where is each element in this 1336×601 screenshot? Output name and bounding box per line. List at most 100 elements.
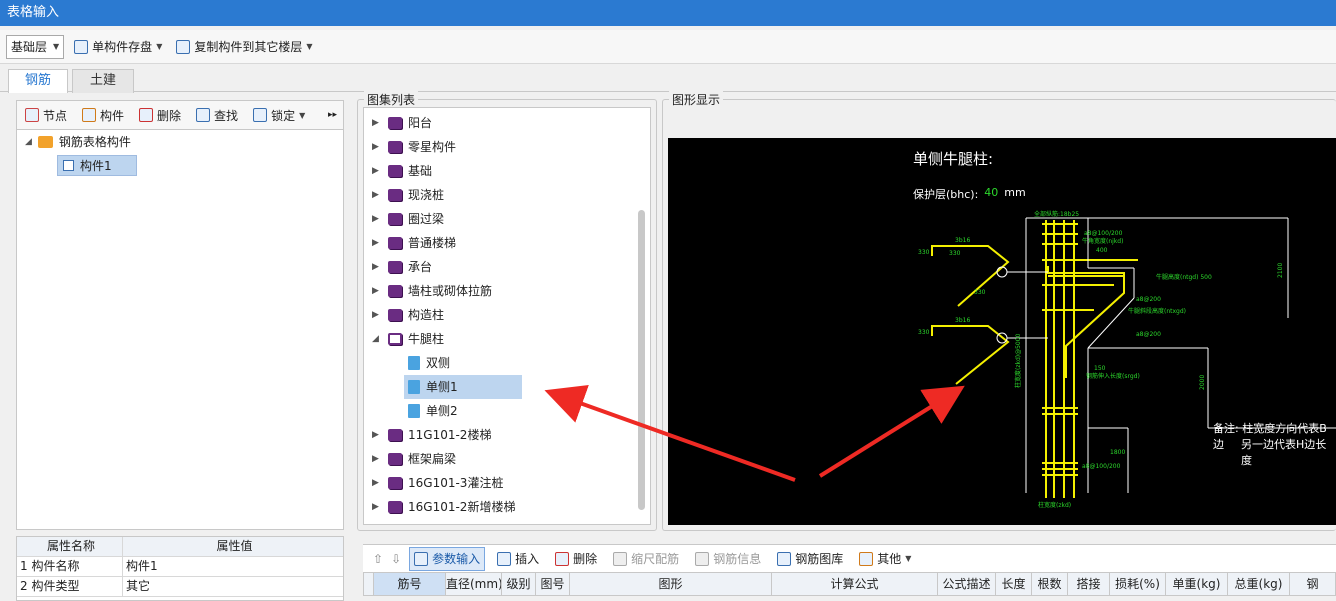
column-header[interactable]: 级别 [502,573,536,595]
folder-icon [37,135,53,148]
tree-item-component1[interactable]: 构件1 [57,155,137,176]
lock-button[interactable]: 锁定 ▼ [249,103,309,127]
expand-icon: ▶ [372,310,379,320]
book-icon [388,141,402,153]
column-header[interactable]: 长度 [996,573,1032,595]
column-header[interactable]: 直径(mm) [446,573,502,595]
other-button[interactable]: 其他 ▼ [855,547,915,571]
rebar-label: 330 [974,289,986,296]
graphic-title: 图形显示 [669,91,724,108]
open-book-icon [388,333,402,345]
property-value[interactable]: 其它 [123,577,343,597]
column-header[interactable]: 损耗(%) [1110,573,1166,595]
rebar-label: 3b16 [955,237,970,244]
rebar-label: 1800 [1110,449,1125,456]
book-icon [388,117,402,129]
list-item[interactable]: ▶ 16G101-2新增楼梯 [372,496,515,518]
list-item[interactable]: ▶ 基础 [372,160,432,182]
rebar-library-button[interactable]: 钢筋图库 [773,547,847,571]
list-item[interactable]: ▶ 阳台 [372,112,432,134]
rebar-label: 3b16 [955,317,970,324]
column-header[interactable]: 图形 [570,573,772,595]
chevron-down-icon: ▼ [306,42,313,51]
param-input-button[interactable]: 参数输入 [409,546,486,571]
column-header[interactable]: 钢 [1290,573,1335,595]
lock-icon [253,108,268,122]
move-up-icon[interactable]: ⇧ [373,552,383,566]
column-header[interactable]: 单重(kg) [1166,573,1228,595]
add-component-button[interactable]: 构件 [78,103,128,127]
rebar-shapes [931,220,1138,498]
rebar-label: 钢筋伸入长度(srgd) [1086,372,1140,380]
info-icon [695,551,710,566]
row-name: 构件名称 [31,558,80,573]
insert-button[interactable]: 插入 [493,547,543,571]
column-header[interactable]: 搭接 [1068,573,1110,595]
column-header[interactable]: 筋号 [374,573,446,595]
save-label: 单构件存盘 [92,40,153,54]
library-icon [777,551,792,566]
copy-label: 复制构件到其它楼层 [194,40,303,54]
add-node-button[interactable]: 节点 [21,103,71,127]
rebar-grid-header: 筋号 直径(mm) 级别 图号 图形 计算公式 公式描述 长度 根数 搭接 损耗… [363,572,1336,596]
table-row[interactable]: 1 构件名称 构件1 [17,556,343,577]
find-button[interactable]: 查找 [192,103,242,127]
book-icon [388,477,402,489]
atlas-scrollbar[interactable] [638,210,645,510]
tree-root[interactable]: ◢ 钢筋表格构件 [25,133,131,150]
window-title: 表格输入 [0,0,1336,26]
component-label: 构件 [100,108,125,123]
tab-rebar[interactable]: 钢筋 [8,69,68,93]
list-item[interactable]: ▶ 零星构件 [372,136,456,158]
list-item[interactable]: 单侧2 [408,400,458,422]
list-item[interactable]: ▶ 框架扁梁 [372,448,456,470]
floor-select[interactable]: 基础层 ▼ [6,34,65,59]
copy-to-floors-button[interactable]: 复制构件到其它楼层 ▼ [172,35,316,59]
property-value[interactable]: 构件1 [123,557,343,577]
list-item[interactable]: 双侧 [408,352,450,374]
list-item[interactable]: ▶ 普通楼梯 [372,232,456,254]
list-item-label: 普通楼梯 [408,236,457,250]
more-button[interactable]: ▸▸ [324,103,341,127]
node-icon [25,108,39,122]
column-header[interactable]: 总重(kg) [1228,573,1290,595]
list-item-label: 16G101-2新增楼梯 [408,500,516,514]
list-item[interactable]: ▶ 构造柱 [372,304,444,326]
expand-icon: ▶ [372,118,379,128]
list-item[interactable]: ▶ 现浇桩 [372,184,444,206]
list-item-label: 构造柱 [408,308,445,322]
delete-icon [139,108,154,122]
expand-icon: ▶ [372,142,379,152]
header-value: 属性值 [216,538,253,553]
table-row[interactable]: 2 构件类型 其它 [17,576,343,597]
rebar-label: 柱宽度(zkd) [1038,501,1071,509]
delete-row-button[interactable]: 删除 [551,547,601,571]
node-label: 节点 [43,108,68,123]
list-item-selected[interactable]: 单侧1 [404,375,522,399]
scale-rebar-button[interactable]: 缩尺配筋 [609,547,683,571]
list-item[interactable]: ▶ 11G101-2楼梯 [372,424,491,446]
list-item-label: 承台 [408,260,433,274]
list-item[interactable]: ▶ 墙柱或砌体拉筋 [372,280,492,302]
left-toolbar: 节点 构件 删除 查找 锁定 ▼ ▸▸ [16,100,344,130]
move-down-icon[interactable]: ⇩ [391,552,401,566]
expand-icon: ▶ [372,190,379,200]
tab-bar: 钢筋 土建 [0,64,1336,93]
save-component-button[interactable]: 单构件存盘 ▼ [70,35,166,59]
column-header[interactable]: 计算公式 [772,573,938,595]
param-input-label: 参数输入 [432,552,481,566]
column-header[interactable]: 图号 [536,573,570,595]
chevron-down-icon: ▼ [156,42,163,51]
list-item[interactable]: ▶ 圈过梁 [372,208,444,230]
list-item[interactable]: ▶ 承台 [372,256,432,278]
rebar-info-button[interactable]: 钢筋信息 [691,547,765,571]
tab-civil[interactable]: 土建 [72,69,134,93]
book-icon [388,165,402,177]
atlas-title: 图集列表 [364,91,419,108]
cover-value[interactable]: 40 [984,186,998,202]
list-item[interactable]: ◢ 牛腿柱 [372,328,444,350]
column-header[interactable]: 根数 [1032,573,1068,595]
delete-button[interactable]: 删除 [135,103,185,127]
list-item[interactable]: ▶ 16G101-3灌注桩 [372,472,503,494]
column-header[interactable]: 公式描述 [938,573,996,595]
